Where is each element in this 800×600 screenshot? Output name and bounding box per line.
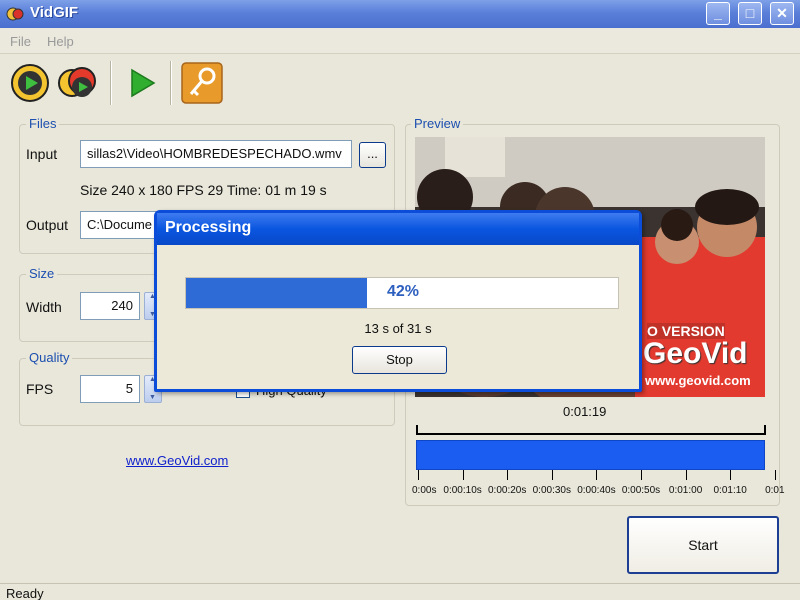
minimize-icon: _ bbox=[714, 5, 722, 21]
menu-file[interactable]: File bbox=[10, 34, 31, 49]
close-button[interactable]: ✕ bbox=[770, 2, 794, 25]
timeline-tick bbox=[507, 470, 509, 480]
timeline-tick-label: 0:00:50s bbox=[621, 485, 661, 496]
open-video-icon[interactable] bbox=[8, 61, 52, 105]
fps-input[interactable]: 5 bbox=[80, 375, 140, 403]
progress-status: 13 s of 31 s bbox=[364, 321, 432, 336]
window-title: VidGIF bbox=[30, 4, 79, 21]
timeline-tick-label: 0:00:20s bbox=[488, 485, 527, 496]
menu-bar: File Help bbox=[0, 28, 800, 54]
input-field[interactable]: sillas2\Video\HOMBREDESPECHADO.wmv bbox=[80, 140, 352, 168]
timeline-tick-label: 0:00s bbox=[412, 485, 437, 496]
input-label: Input bbox=[26, 146, 58, 162]
trim-range[interactable] bbox=[416, 425, 766, 435]
quality-group-label: Quality bbox=[26, 350, 73, 365]
size-group-label: Size bbox=[26, 266, 58, 281]
preview-group-label: Preview bbox=[411, 116, 464, 131]
stop-button[interactable]: Stop bbox=[352, 346, 447, 374]
watermark-line2: GeoVid bbox=[643, 337, 748, 370]
toolbar-separator bbox=[170, 61, 172, 105]
start-button[interactable]: Start bbox=[627, 516, 779, 574]
title-bar: VidGIF _ □ ✕ bbox=[0, 0, 800, 28]
width-label: Width bbox=[26, 299, 62, 315]
dialog-title: Processing bbox=[157, 213, 639, 245]
files-group-label: Files bbox=[26, 116, 60, 131]
timeline-tick-label: 0:00:30s bbox=[532, 485, 571, 496]
timeline-tick bbox=[596, 470, 598, 480]
maximize-button[interactable]: □ bbox=[738, 2, 762, 25]
output-field[interactable]: C:\Docume bbox=[80, 211, 160, 239]
timeline-tick bbox=[641, 470, 642, 480]
app-icon bbox=[6, 7, 24, 21]
key-icon[interactable] bbox=[180, 61, 224, 105]
start-button-label: Start bbox=[688, 537, 718, 553]
maximize-icon: □ bbox=[745, 5, 755, 21]
toolbar bbox=[0, 55, 800, 111]
timeline-tick bbox=[418, 470, 419, 480]
progress-bar: 42% bbox=[185, 277, 619, 309]
timeline-tick-label: 0:01:00 bbox=[668, 485, 703, 496]
timeline-tick bbox=[551, 470, 553, 480]
minimize-button[interactable]: _ bbox=[706, 2, 730, 25]
timeline-tick bbox=[730, 470, 732, 480]
timeline-tick bbox=[462, 470, 464, 480]
timeline-tick-label: 0:00:10s bbox=[443, 485, 482, 496]
timeline-tick-label: 0:01 bbox=[765, 485, 785, 496]
timeline-tick bbox=[774, 470, 776, 480]
width-input[interactable]: 240 bbox=[80, 292, 140, 320]
timeline-bar[interactable] bbox=[416, 440, 765, 470]
toolbar-separator bbox=[110, 61, 112, 105]
fps-label: FPS bbox=[26, 381, 54, 397]
video-info: Size 240 x 180 FPS 29 Time: 01 m 19 s bbox=[80, 182, 327, 198]
timeline-tick-label: 0:01:10 bbox=[713, 485, 747, 496]
status-bar: Ready bbox=[0, 583, 800, 600]
close-icon: ✕ bbox=[776, 5, 788, 21]
geovid-link[interactable]: www.GeoVid.com bbox=[126, 453, 228, 468]
batch-videos-icon[interactable] bbox=[56, 61, 100, 105]
current-time: 0:01:19 bbox=[563, 404, 607, 419]
progress-percent: 42% bbox=[386, 283, 420, 300]
timeline-tick bbox=[685, 470, 687, 480]
output-label: Output bbox=[26, 217, 69, 233]
browse-button[interactable]: ... bbox=[359, 142, 386, 168]
watermark-line3: www.geovid.com bbox=[645, 373, 751, 388]
menu-help[interactable]: Help bbox=[47, 34, 74, 49]
timeline-tick-label: 0:00:40s bbox=[577, 485, 616, 496]
processing-dialog: Processing 42% 13 s of 31 s Stop bbox=[154, 210, 642, 392]
play-icon[interactable] bbox=[120, 61, 164, 105]
